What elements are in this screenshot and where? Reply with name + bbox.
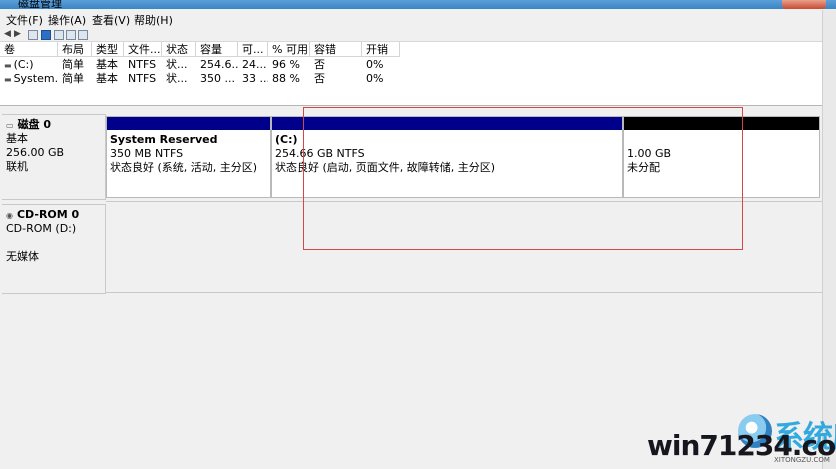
cdrom-0-type: CD-ROM (D:) (6, 222, 77, 235)
col-filesystem[interactable]: 文件... (124, 42, 162, 57)
disk-0-status: 联机 (6, 160, 28, 173)
properties-icon[interactable] (28, 30, 38, 40)
cell-layout: 简单 (62, 58, 84, 71)
menu-bar: 文件(F) 操作(A) 查看(V) 帮助(H) (0, 10, 836, 28)
cdrom-0-name: ◉ CD-ROM 0 (6, 208, 101, 222)
disk-0-type: 基本 (6, 132, 28, 145)
forward-icon[interactable]: ▶ (14, 29, 21, 40)
cdrom-icon: ◉ (6, 211, 13, 220)
window-title: 磁盘管理 (18, 0, 62, 9)
volume-icon: ▬ (4, 75, 12, 84)
cell-type: 基本 (96, 58, 118, 71)
disk-0-size: 256.00 GB (6, 146, 65, 159)
menu-action[interactable]: 操作(A) (48, 12, 86, 28)
volume-list: 卷 布局 类型 文件... 状态 容量 可... % 可用 容错 开销 ▬ (C:… (0, 42, 822, 106)
back-icon[interactable]: ◀ (4, 29, 11, 40)
cdrom-spacer (6, 236, 101, 250)
col-overhead[interactable]: 开销 (362, 42, 400, 57)
cell-volume-label: (C:) (13, 58, 34, 71)
cell-volume: ▬System... (0, 72, 58, 86)
close-button[interactable] (782, 0, 826, 9)
disk-0-label[interactable]: ▭ 磁盘 0 基本 256.00 GB 联机 (2, 114, 106, 200)
cell-free: 24... (242, 58, 267, 71)
col-type[interactable]: 类型 (92, 42, 124, 57)
cell-layout: 简单 (62, 72, 84, 85)
cell-volume-label: System... (13, 72, 58, 85)
partition-system-reserved[interactable]: System Reserved 350 MB NTFS 状态良好 (系统, 活动… (106, 116, 271, 198)
cell-status: 状... (166, 58, 188, 71)
cell-overhead: 0% (366, 72, 384, 85)
cdrom-0-name-text: CD-ROM 0 (16, 208, 80, 221)
cdrom-0-label[interactable]: ◉ CD-ROM 0 CD-ROM (D:) 无媒体 (2, 204, 106, 294)
partition-size: 350 MB NTFS (110, 147, 184, 160)
highlight-box (303, 107, 743, 250)
cell-overhead: 0% (366, 58, 384, 71)
disk-0-name: ▭ 磁盘 0 (6, 118, 101, 132)
cell-capacity: 254.6... (200, 58, 238, 71)
col-status[interactable]: 状态 (162, 42, 196, 57)
cell-percent-free: 88 % (272, 72, 300, 85)
volume-icon: ▬ (4, 61, 12, 70)
title-bar: 磁盘管理 (0, 0, 836, 9)
col-fault-tolerance[interactable]: 容错 (310, 42, 362, 57)
disk-0-name-text: 磁盘 0 (17, 118, 52, 131)
cell-free: 33 ... (242, 72, 268, 85)
col-volume[interactable]: 卷 (0, 42, 58, 57)
cell-type: 基本 (96, 72, 118, 85)
cell-capacity: 350 ... (200, 72, 235, 85)
cell-volume: ▬ (C:) (0, 58, 58, 72)
menu-file[interactable]: 文件(F) (6, 12, 43, 28)
partition-status: 状态良好 (系统, 活动, 主分区) (110, 161, 258, 174)
menu-view[interactable]: 查看(V) (92, 12, 130, 28)
cell-filesystem: NTFS (128, 58, 157, 71)
help-icon[interactable] (41, 30, 51, 40)
scrollbar[interactable] (822, 10, 836, 469)
disk-divider (106, 292, 822, 293)
drive-icon[interactable] (66, 30, 76, 40)
menu-help[interactable]: 帮助(H) (134, 12, 173, 28)
col-layout[interactable]: 布局 (58, 42, 92, 57)
cell-fault-tolerance: 否 (314, 58, 325, 71)
disk-icon: ▭ (6, 121, 14, 130)
partition-bar (107, 117, 270, 130)
col-free[interactable]: 可... (238, 42, 268, 57)
cell-percent-free: 96 % (272, 58, 300, 71)
cell-status: 状... (166, 72, 188, 85)
col-capacity[interactable]: 容量 (196, 42, 238, 57)
partition-title: System Reserved (110, 133, 218, 146)
cdrom-0-status: 无媒体 (6, 250, 39, 263)
toolbar: ◀ ▶ (0, 28, 836, 42)
settings-icon[interactable] (78, 30, 88, 40)
cell-filesystem: NTFS (128, 72, 157, 85)
rescan-icon[interactable] (54, 30, 64, 40)
cell-fault-tolerance: 否 (314, 72, 325, 85)
col-percent-free[interactable]: % 可用 (268, 42, 310, 57)
